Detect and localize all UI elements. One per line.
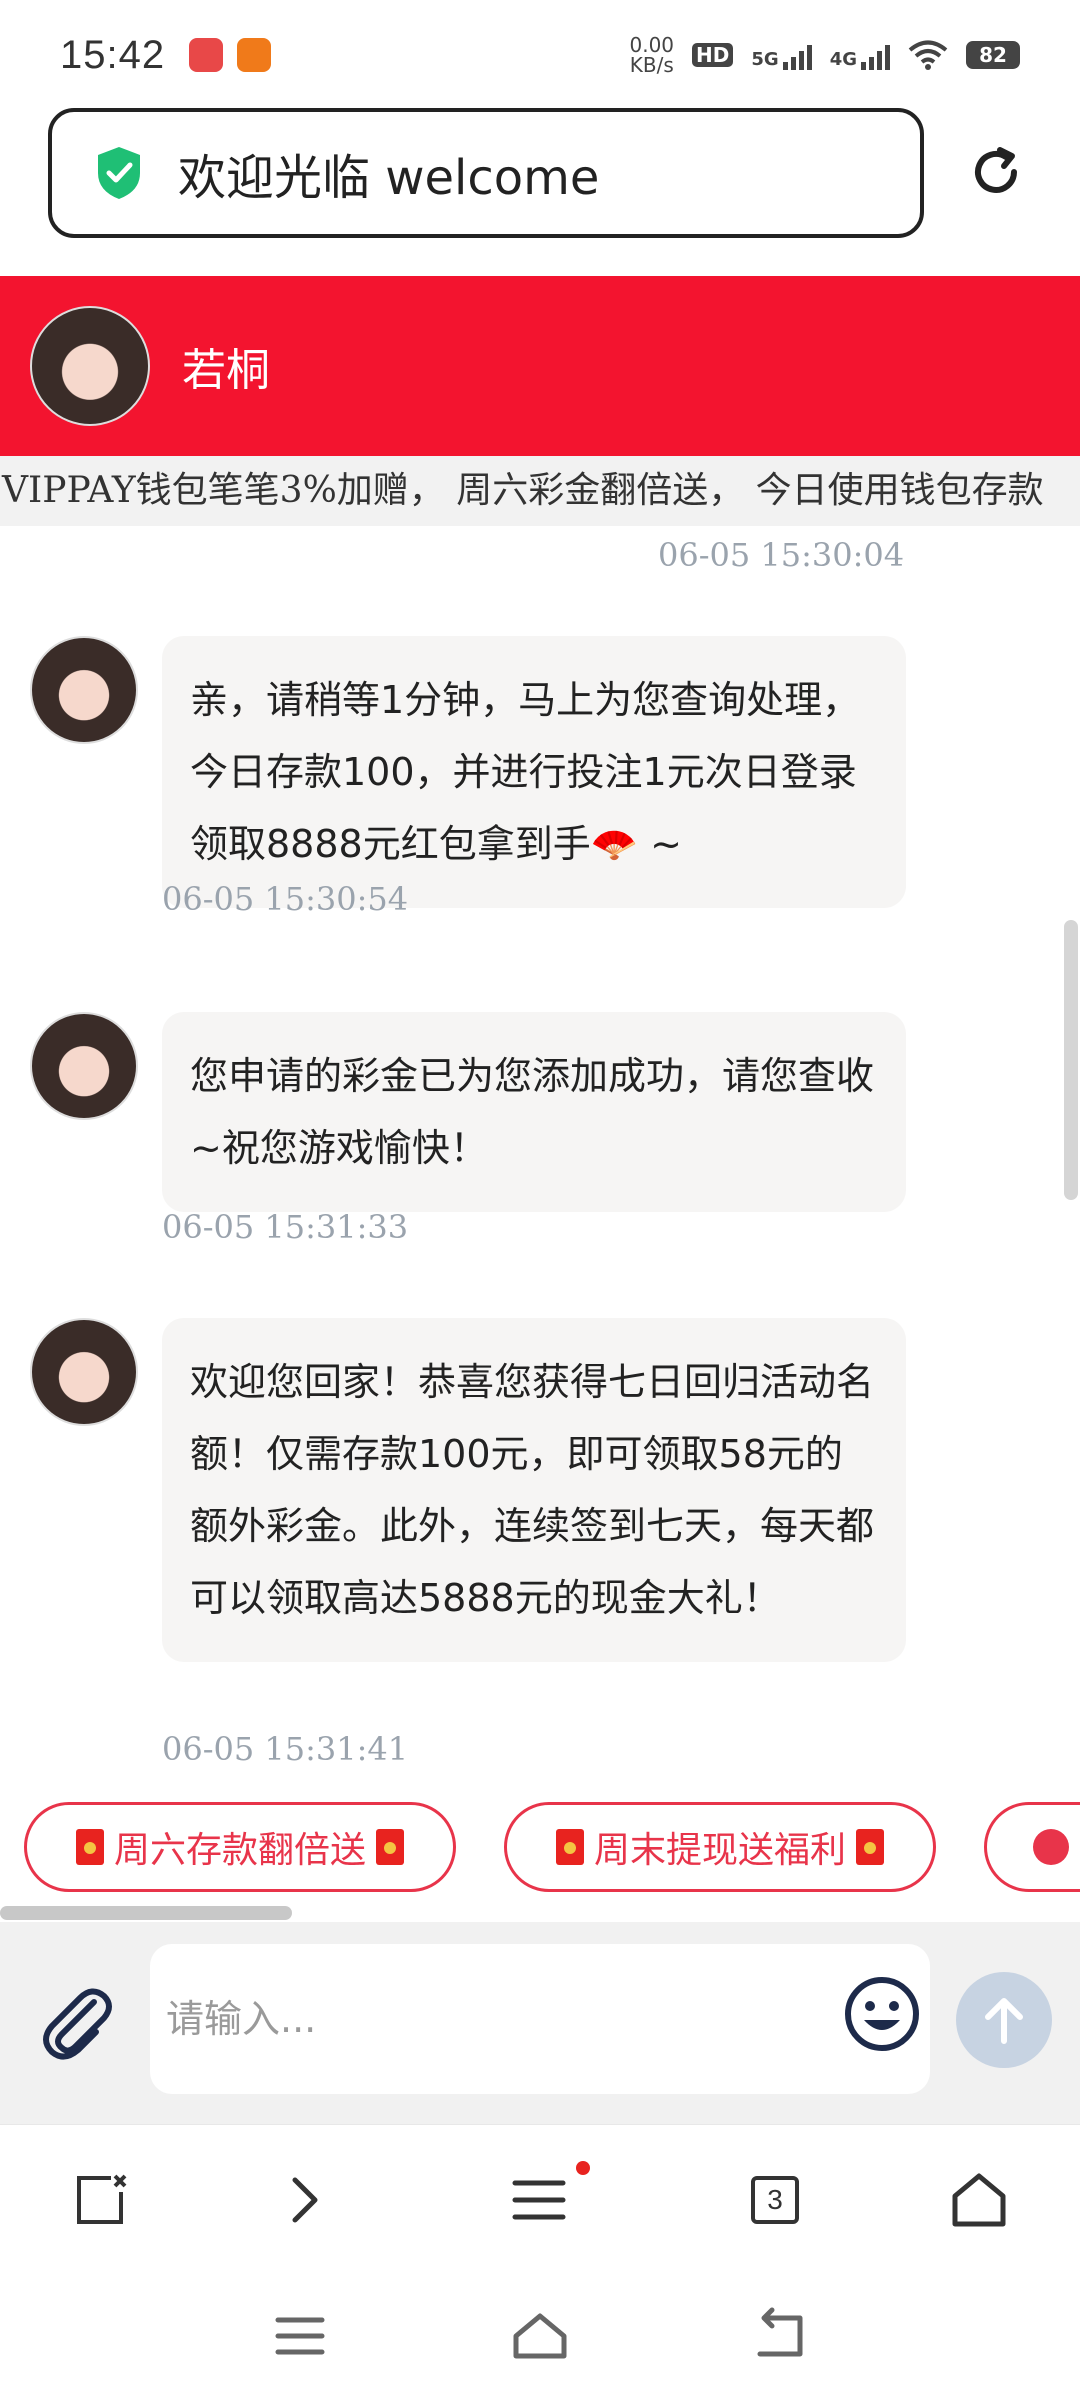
notification-app-icon-2 bbox=[237, 38, 272, 72]
chip-label: 周末提现送福利 bbox=[593, 1830, 846, 1871]
close-page-button[interactable] bbox=[66, 2165, 136, 2235]
paperclip-icon[interactable] bbox=[34, 1980, 118, 2064]
wifi-icon bbox=[908, 40, 948, 70]
announcement-text: VIPPAY钱包笔笔3%加赠， 周六彩金翻倍送， 今日使用钱包存款 bbox=[2, 470, 1044, 511]
message-timestamp: 06-05 15:31:33 bbox=[162, 1208, 409, 1246]
chat-message: 亲，请稍等1分钟，马上为您查询处理，今日存款100，并进行投注1元次日登录领取8… bbox=[30, 636, 930, 956]
network-speed: 0.00 KB/s bbox=[630, 35, 675, 75]
agent-avatar[interactable] bbox=[30, 306, 150, 426]
reload-icon[interactable] bbox=[966, 142, 1026, 202]
chat-message: 欢迎您回家！恭喜您获得七日回归活动名额！仅需存款100元，即可领取58元的额外彩… bbox=[30, 1318, 930, 1772]
message-bubble: 亲，请稍等1分钟，马上为您查询处理，今日存款100，并进行投注1元次日登录领取8… bbox=[162, 636, 906, 908]
close-page-icon bbox=[77, 2174, 127, 2224]
quick-reply-chip[interactable]: 周六存款翻倍送 bbox=[24, 1802, 456, 1892]
chat-message: 您申请的彩金已为您添加成功，请您查收~祝您游戏愉快！ 06-05 15:31:3… bbox=[30, 1012, 930, 1246]
message-bubble: 您申请的彩金已为您添加成功，请您查收~祝您游戏愉快！ bbox=[162, 1012, 906, 1212]
message-input[interactable] bbox=[150, 1944, 930, 2094]
agent-avatar[interactable] bbox=[30, 636, 138, 744]
message-bubble: 欢迎您回家！恭喜您获得七日回归活动名额！仅需存款100元，即可领取58元的额外彩… bbox=[162, 1318, 906, 1662]
send-button[interactable] bbox=[956, 1972, 1052, 2068]
signal-4g-icon: 4G bbox=[830, 40, 890, 70]
system-home-icon[interactable] bbox=[510, 2306, 570, 2366]
gift-icon bbox=[1033, 1829, 1069, 1865]
quick-reply-scrollbar[interactable] bbox=[0, 1906, 292, 1920]
menu-button[interactable] bbox=[504, 2161, 590, 2235]
red-envelope-icon bbox=[555, 1829, 584, 1865]
chevron-right-icon bbox=[292, 2177, 318, 2223]
notification-app-icon bbox=[189, 38, 224, 72]
quick-reply-bar[interactable]: 周六存款翻倍送 周末提现送福利 bbox=[0, 1772, 1080, 1902]
quick-reply-chip[interactable] bbox=[984, 1802, 1080, 1892]
battery-icon: 82 bbox=[966, 41, 1020, 69]
announcement-marquee: VIPPAY钱包笔笔3%加赠， 周六彩金翻倍送， 今日使用钱包存款 bbox=[0, 456, 1080, 526]
status-time: 15:42 bbox=[60, 32, 166, 77]
net-speed-unit: KB/s bbox=[629, 53, 674, 77]
chat-scrollbar-thumb[interactable] bbox=[1064, 920, 1078, 1200]
forward-button[interactable] bbox=[270, 2165, 340, 2235]
agent-name: 若桐 bbox=[182, 345, 270, 396]
home-button[interactable] bbox=[944, 2165, 1014, 2235]
red-envelope-icon bbox=[75, 1829, 104, 1865]
sim-4g-label: 4G bbox=[829, 49, 857, 70]
hd-icon: HD bbox=[692, 43, 734, 67]
red-envelope-icon bbox=[856, 1829, 884, 1865]
page-title: 欢迎光临 welcome bbox=[178, 150, 600, 206]
sim-5g-label: 5G bbox=[751, 49, 779, 70]
shield-check-icon bbox=[98, 147, 140, 199]
chat-header: 若桐 bbox=[0, 276, 1080, 456]
quick-reply-chip[interactable]: 周末提现送福利 bbox=[504, 1802, 936, 1892]
agent-avatar[interactable] bbox=[30, 1012, 138, 1120]
chat-message-list[interactable]: 06-05 15:30:04 亲，请稍等1分钟，马上为您查询处理，今日存款100… bbox=[0, 526, 1060, 1772]
red-envelope-icon bbox=[376, 1829, 404, 1865]
tabs-button[interactable]: 3 bbox=[740, 2165, 810, 2235]
back-icon[interactable] bbox=[750, 2306, 810, 2366]
home-icon bbox=[952, 2173, 1006, 2227]
recent-apps-icon[interactable] bbox=[270, 2306, 330, 2366]
address-bar[interactable]: 欢迎光临 welcome bbox=[48, 108, 924, 238]
composer bbox=[0, 1922, 1080, 2124]
system-navigation-bar bbox=[0, 2274, 1080, 2400]
status-indicators: 0.00 KB/s HD 5G 4G 82 bbox=[630, 35, 1020, 75]
chip-label: 周六存款翻倍送 bbox=[113, 1830, 366, 1871]
emoji-icon[interactable] bbox=[842, 1974, 922, 2054]
browser-toolbar: 3 bbox=[0, 2124, 1080, 2274]
notification-dot bbox=[576, 2161, 590, 2175]
net-speed-value: 0.00 bbox=[629, 33, 675, 57]
arrow-up-icon bbox=[985, 1998, 1023, 2044]
message-timestamp: 06-05 15:30:54 bbox=[162, 880, 409, 918]
message-timestamp: 06-05 15:30:04 bbox=[658, 536, 905, 574]
tab-count: 3 bbox=[751, 2176, 799, 2224]
menu-icon bbox=[512, 2180, 566, 2220]
status-bar: 15:42 0.00 KB/s HD 5G 4G 82 bbox=[0, 0, 1080, 110]
signal-5g-icon: 5G bbox=[751, 40, 812, 70]
agent-avatar[interactable] bbox=[30, 1318, 138, 1426]
message-timestamp: 06-05 15:31:41 bbox=[162, 1730, 409, 1768]
